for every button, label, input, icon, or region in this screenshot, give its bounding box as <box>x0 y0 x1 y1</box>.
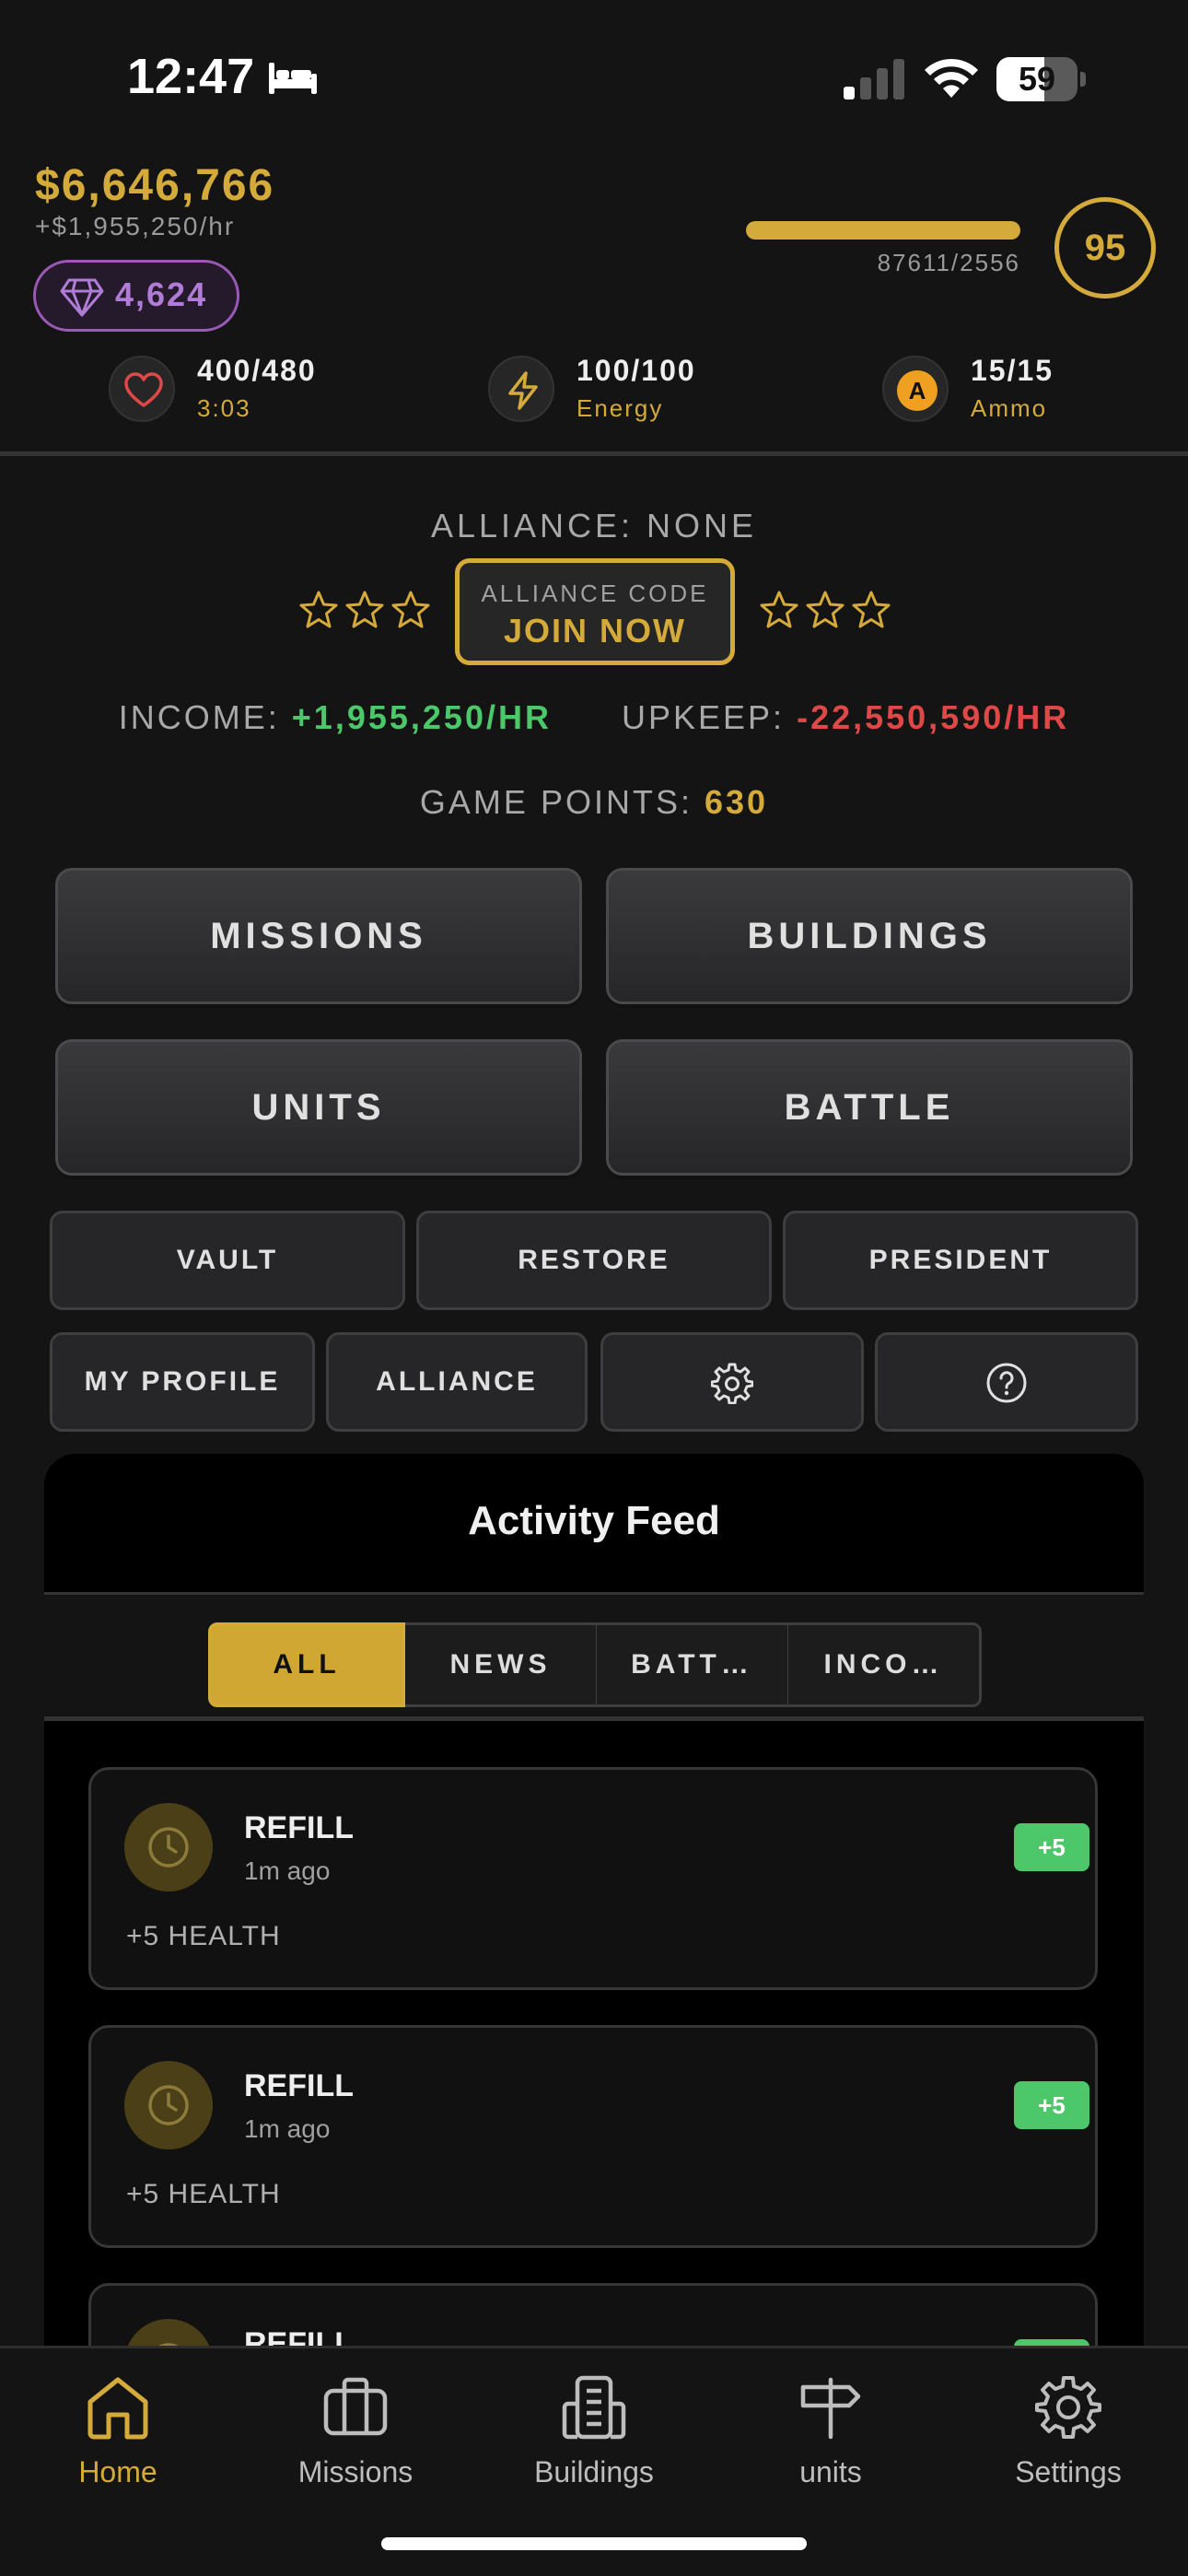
nav-home[interactable]: Home <box>26 2372 210 2489</box>
feed-item-title: REFILL <box>244 2068 354 2103</box>
ammo-value: 15/15 <box>971 354 1054 387</box>
points-value: 630 <box>704 783 769 821</box>
feed-item-badge: +5 <box>1014 2081 1089 2129</box>
economy-summary: INCOME: +1,955,250/HR UPKEEP: -22,550,59… <box>0 698 1188 737</box>
vault-button[interactable]: VAULT <box>50 1211 405 1310</box>
feed-item[interactable]: REFILL 1m ago +5 HEALTH +5 <box>88 2025 1098 2248</box>
nav-units-label: units <box>799 2455 862 2488</box>
energy-value: 100/100 <box>577 354 696 387</box>
alliance-code-label: ALLIANCE CODE <box>481 580 709 607</box>
status-bar: 12:47 59 <box>0 0 1188 157</box>
join-alliance-button[interactable]: ALLIANCE CODE JOIN NOW <box>455 558 735 665</box>
clock-icon <box>148 2085 189 2125</box>
money-balance: $6,646,766 <box>35 161 275 210</box>
feed-title: Activity Feed <box>468 1498 720 1543</box>
briefcase-icon <box>323 2377 388 2436</box>
feed-item-description: +5 HEALTH <box>126 1921 281 1951</box>
star-icon <box>345 591 384 628</box>
feed-tabs: ALL NEWS BATT… INCO… <box>44 1592 1144 1721</box>
ammo-label: Ammo <box>971 394 1048 422</box>
nav-buildings-label: Buildings <box>534 2455 654 2488</box>
upkeep-label: UPKEEP: <box>622 698 786 736</box>
star-icon <box>391 591 430 628</box>
feed-item-description: +5 HEALTH <box>126 2179 281 2209</box>
gear-icon <box>1035 2376 1101 2439</box>
income-value: +1,955,250/HR <box>291 698 552 736</box>
health-value: 400/480 <box>197 354 317 387</box>
xp-text: 87611/2556 <box>877 249 1020 276</box>
ammo-icon: A <box>897 370 938 411</box>
nav-buildings[interactable]: Buildings <box>502 2372 686 2489</box>
nav-units[interactable]: units <box>739 2372 923 2489</box>
buildings-button[interactable]: BUILDINGS <box>606 868 1133 1004</box>
bed-icon <box>269 63 317 94</box>
cellular-signal-icon <box>844 59 904 100</box>
heart-icon <box>124 372 163 407</box>
diamond-icon <box>60 278 104 317</box>
question-circle-icon <box>986 1363 1027 1403</box>
health-stat[interactable]: 400/480 3:03 <box>109 350 348 433</box>
tab-all[interactable]: ALL <box>208 1622 405 1707</box>
lightning-icon <box>508 371 538 410</box>
wifi-icon <box>925 58 978 98</box>
stars-left <box>298 590 437 632</box>
nav-missions[interactable]: Missions <box>263 2372 448 2489</box>
stars-right <box>759 590 897 632</box>
battery-percent: 59 <box>1018 60 1056 98</box>
level-badge[interactable]: 95 <box>1054 197 1156 299</box>
health-timer: 3:03 <box>197 394 251 422</box>
points-label: GAME POINTS: <box>419 783 693 821</box>
game-points: GAME POINTS: 630 <box>0 783 1188 822</box>
home-screen: 12:47 59 $6,646,766 +$1,955,250/hr 4,624… <box>0 0 1188 2576</box>
units-button[interactable]: UNITS <box>55 1039 582 1176</box>
energy-stat[interactable]: 100/100 Energy <box>488 350 728 433</box>
star-icon <box>760 591 798 628</box>
tab-income[interactable]: INCO… <box>788 1622 982 1707</box>
help-button[interactable] <box>875 1332 1138 1432</box>
signpost-icon <box>800 2377 861 2440</box>
join-now-label: JOIN NOW <box>503 612 686 650</box>
feed-item-badge: +5 <box>1014 1823 1089 1871</box>
alliance-status: ALLIANCE: NONE <box>430 507 758 544</box>
upkeep-value: -22,550,590/HR <box>797 698 1070 736</box>
tab-battles[interactable]: BATT… <box>597 1622 790 1707</box>
missions-button[interactable]: MISSIONS <box>55 868 582 1004</box>
president-button[interactable]: PRESIDENT <box>783 1211 1138 1310</box>
star-icon <box>852 591 891 628</box>
home-indicator[interactable] <box>381 2537 807 2550</box>
xp-progress-bar <box>746 221 1020 240</box>
battery-indicator: 59 <box>996 57 1086 101</box>
nav-settings-label: Settings <box>1015 2455 1122 2488</box>
star-icon <box>299 591 338 628</box>
income-label: INCOME: <box>118 698 280 736</box>
battle-button[interactable]: BATTLE <box>606 1039 1133 1176</box>
nav-settings[interactable]: Settings <box>976 2372 1160 2489</box>
tab-news[interactable]: NEWS <box>405 1622 599 1707</box>
nav-home-label: Home <box>78 2455 157 2488</box>
home-icon <box>87 2377 148 2440</box>
gems-button[interactable]: 4,624 <box>33 260 239 332</box>
xp-progress-fill <box>746 221 1020 240</box>
feed-item-time: 1m ago <box>244 1856 331 1885</box>
energy-label: Energy <box>577 394 664 422</box>
feed-item-time: 1m ago <box>244 2114 331 2143</box>
feed-item[interactable]: REFILL 1m ago +5 HEALTH +5 <box>88 1767 1098 1990</box>
status-time: 12:47 <box>127 49 255 104</box>
feed-item-title: REFILL <box>244 1810 354 1845</box>
gems-count: 4,624 <box>115 275 208 313</box>
restore-button[interactable]: RESTORE <box>416 1211 772 1310</box>
header-divider <box>0 451 1188 456</box>
nav-missions-label: Missions <box>297 2455 413 2488</box>
money-rate: +$1,955,250/hr <box>35 212 236 240</box>
building-icon <box>562 2375 626 2440</box>
settings-button[interactable] <box>600 1332 864 1432</box>
gear-icon <box>710 1363 754 1405</box>
clock-icon <box>148 1827 189 1868</box>
ammo-stat[interactable]: A 15/15 Ammo <box>882 350 1103 433</box>
star-icon <box>806 591 844 628</box>
my-profile-button[interactable]: MY PROFILE <box>50 1332 315 1432</box>
alliance-button[interactable]: ALLIANCE <box>326 1332 588 1432</box>
